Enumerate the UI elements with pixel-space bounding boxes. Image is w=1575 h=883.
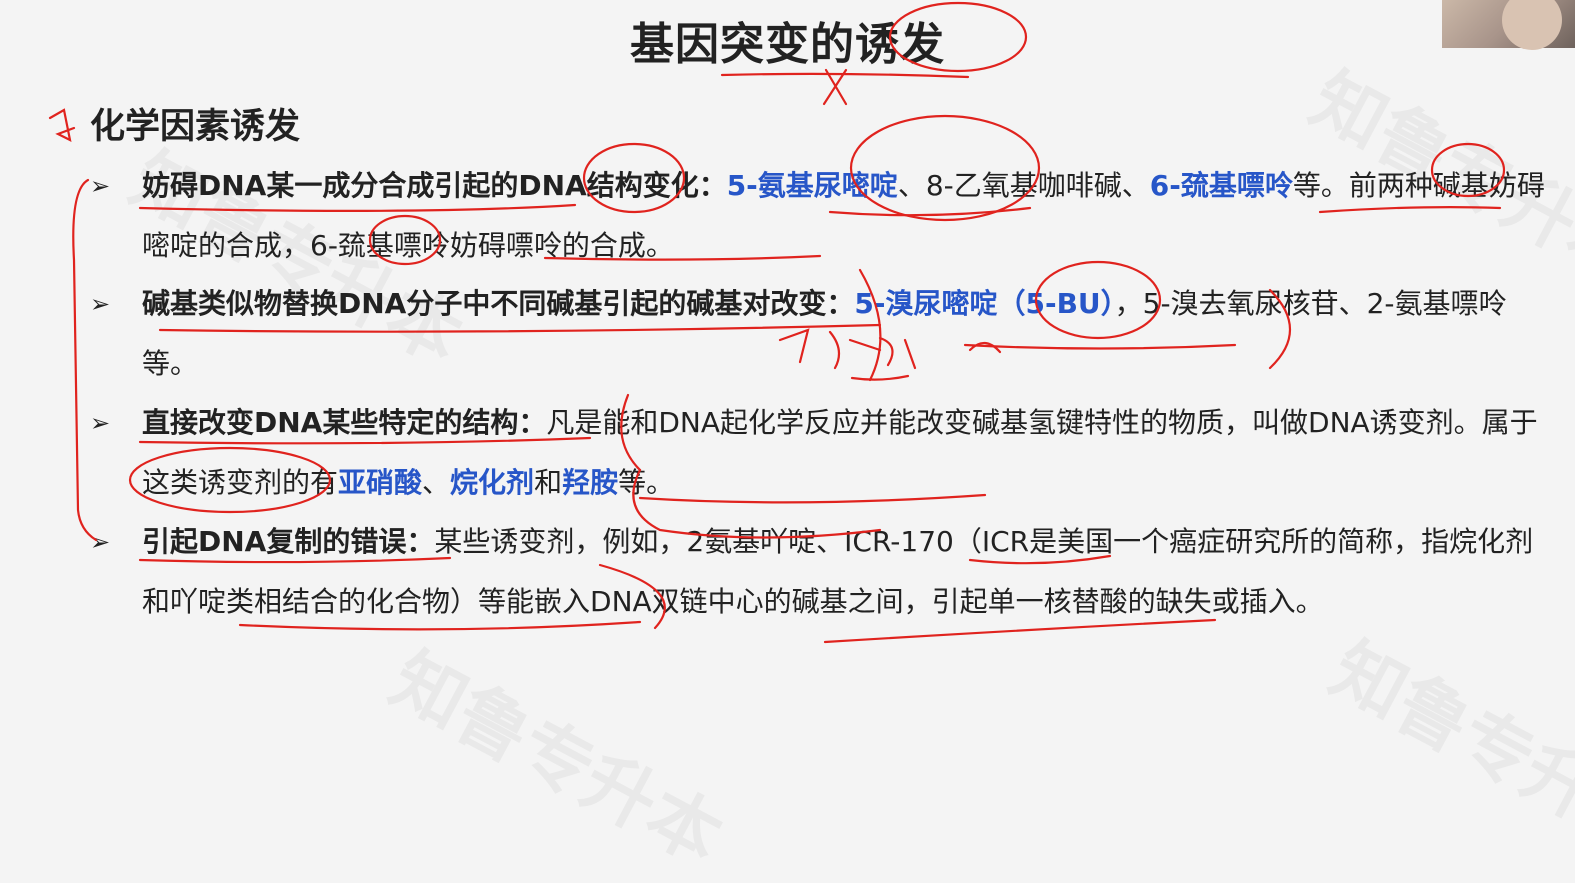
- ink-cross: [822, 68, 848, 106]
- bullet-text: 、8-乙氧基咖啡碱、: [897, 169, 1150, 202]
- highlight-term: 烷化剂: [450, 466, 535, 499]
- bullet-item: ➢ 直接改变DNA某些特定的结构：凡是能和DNA起化学反应并能改变碱基氢键特性的…: [90, 393, 1560, 513]
- bullet-arrow-icon: ➢: [90, 172, 111, 200]
- bullet-item: ➢ 引起DNA复制的错误：某些诱变剂，例如，2氨基吖啶、ICR-170（ICR是…: [90, 512, 1560, 632]
- bullet-lead: 碱基类似物替换DNA分子中不同碱基引起的碱基对改变：: [142, 287, 855, 320]
- highlight-term: 亚硝酸: [338, 466, 423, 499]
- presenter-face: [1502, 0, 1562, 50]
- highlight-term: 羟胺: [562, 466, 619, 499]
- highlight-term: 5-氨基尿嘧啶: [726, 169, 898, 202]
- bullet-lead: 妨碍DNA某一成分合成引起的DNA结构变化：: [142, 169, 727, 202]
- ink-underline: [720, 72, 970, 79]
- presenter-webcam: [1442, 0, 1575, 50]
- highlight-term: 5-溴尿嘧啶（5-BU）: [854, 287, 1115, 320]
- bullet-arrow-icon: ➢: [90, 290, 111, 318]
- bullet-lead: 引起DNA复制的错误：: [142, 525, 435, 558]
- bullet-item: ➢ 妨碍DNA某一成分合成引起的DNA结构变化：5-氨基尿嘧啶、8-乙氧基咖啡碱…: [90, 156, 1560, 276]
- ink-mark: [48, 108, 76, 142]
- bullet-text: 等。: [618, 466, 675, 499]
- watermark: 知鲁专升本: [1316, 612, 1575, 874]
- bullet-text: 和: [534, 466, 563, 499]
- slide-title: 基因突变的诱发: [630, 19, 945, 70]
- section-heading: 化学因素诱发: [90, 107, 301, 147]
- bullet-item: ➢ 碱基类似物替换DNA分子中不同碱基引起的碱基对改变：5-溴尿嘧啶（5-BU）…: [90, 274, 1560, 394]
- watermark: 知鲁专升本: [376, 622, 743, 883]
- bullet-text: 、: [422, 466, 451, 499]
- bullet-arrow-icon: ➢: [90, 528, 111, 556]
- bullet-arrow-icon: ➢: [90, 409, 111, 437]
- highlight-term: 6-巯基嘌呤: [1149, 169, 1293, 202]
- slide: 知鲁专升本 知鲁专升本 知鲁专升本 知鲁专升本 基因突变的诱发 化学因素诱发 ➢…: [0, 0, 1575, 880]
- bullet-lead: 直接改变DNA某些特定的结构：: [142, 406, 547, 439]
